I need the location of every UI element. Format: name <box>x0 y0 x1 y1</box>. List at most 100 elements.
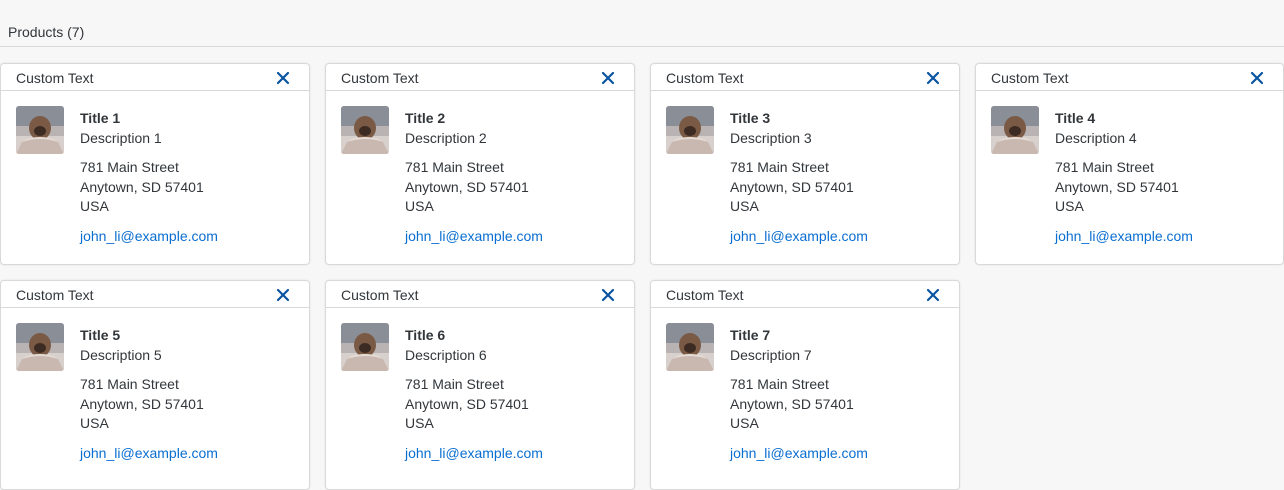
card-info: Title 1 Description 1 781 Main Street Anyto… <box>80 108 218 246</box>
email-link[interactable]: john_li@example.com <box>1055 226 1193 246</box>
card-body: Title 2 Description 2 781 Main Street Anyto… <box>326 91 634 264</box>
card-header-text: Custom Text <box>341 287 419 303</box>
card-header: Custom Text <box>651 281 959 308</box>
address-street: 781 Main Street <box>80 159 179 175</box>
address-city: Anytown, SD 57401 <box>730 178 854 195</box>
card-title: Title 5 <box>80 327 121 343</box>
card-info: Title 5 Description 5 781 Main Street Anyto… <box>80 325 218 463</box>
card-header: Custom Text <box>326 281 634 308</box>
card-info: Title 4 Description 4 781 Main Street Anyto… <box>1055 108 1193 246</box>
address-country: USA <box>80 415 109 431</box>
card-address: 781 Main Street Anytown, SD 57401 USA <box>80 375 218 434</box>
address-city: Anytown, SD 57401 <box>730 395 854 412</box>
close-icon[interactable] <box>600 70 616 86</box>
product-thumbnail <box>991 106 1039 154</box>
card-header-text: Custom Text <box>666 70 744 86</box>
address-country: USA <box>80 198 109 214</box>
card-header-text: Custom Text <box>991 70 1069 86</box>
card-title: Title 1 <box>80 110 121 126</box>
email-link[interactable]: john_li@example.com <box>405 226 543 246</box>
products-count-title: Products (7) <box>8 24 85 40</box>
address-street: 781 Main Street <box>730 376 829 392</box>
card-header: Custom Text <box>976 64 1283 91</box>
card-address: 781 Main Street Anytown, SD 57401 USA <box>405 375 543 434</box>
card-info: Title 3 Description 3 781 Main Street Anyto… <box>730 108 868 246</box>
products-toolbar: Products (7) <box>0 0 1284 47</box>
card-address: 781 Main Street Anytown, SD 57401 USA <box>80 158 218 217</box>
card-info: Title 2 Description 2 781 Main Street Anyto… <box>405 108 543 246</box>
product-card: Custom Text Title 5 Description 5 781 Main … <box>0 280 310 490</box>
card-info: Title 7 Description 7 781 Main Street Anyto… <box>730 325 868 463</box>
address-street: 781 Main Street <box>730 159 829 175</box>
card-description: Description 3 <box>730 130 812 146</box>
close-icon[interactable] <box>275 70 291 86</box>
card-header: Custom Text <box>326 64 634 91</box>
card-header-text: Custom Text <box>16 287 94 303</box>
product-thumbnail <box>666 323 714 371</box>
card-title: Title 3 <box>730 110 771 126</box>
card-body: Title 1 Description 1 781 Main Street Anyto… <box>1 91 309 264</box>
card-description: Description 5 <box>80 347 162 363</box>
email-link[interactable]: john_li@example.com <box>730 226 868 246</box>
card-description: Description 1 <box>80 130 162 146</box>
product-card: Custom Text Title 7 Description 7 781 Main … <box>650 280 960 490</box>
address-city: Anytown, SD 57401 <box>80 178 204 195</box>
address-city: Anytown, SD 57401 <box>405 395 529 412</box>
address-country: USA <box>730 198 759 214</box>
product-card: Custom Text Title 6 Description 6 781 Main … <box>325 280 635 490</box>
address-country: USA <box>1055 198 1084 214</box>
card-description: Description 6 <box>405 347 487 363</box>
card-description: Description 7 <box>730 347 812 363</box>
address-street: 781 Main Street <box>1055 159 1154 175</box>
close-icon[interactable] <box>275 287 291 303</box>
product-card: Custom Text Title 2 Description 2 781 Main … <box>325 63 635 265</box>
card-body: Title 5 Description 5 781 Main Street Anyto… <box>1 308 309 482</box>
card-info: Title 6 Description 6 781 Main Street Anyto… <box>405 325 543 463</box>
email-link[interactable]: john_li@example.com <box>80 226 218 246</box>
card-body: Title 3 Description 3 781 Main Street Anyto… <box>651 91 959 264</box>
card-description: Description 2 <box>405 130 487 146</box>
card-title: Title 4 <box>1055 110 1096 126</box>
card-header: Custom Text <box>1 281 309 308</box>
card-header-text: Custom Text <box>16 70 94 86</box>
card-address: 781 Main Street Anytown, SD 57401 USA <box>730 158 868 217</box>
card-title: Title 6 <box>405 327 446 343</box>
product-card: Custom Text Title 4 Description 4 781 Main … <box>975 63 1284 265</box>
close-icon[interactable] <box>600 287 616 303</box>
address-country: USA <box>405 415 434 431</box>
product-thumbnail <box>341 106 389 154</box>
card-description: Description 4 <box>1055 130 1137 146</box>
close-icon[interactable] <box>1249 70 1265 86</box>
card-title: Title 7 <box>730 327 771 343</box>
card-body: Title 6 Description 6 781 Main Street Anyto… <box>326 308 634 482</box>
address-city: Anytown, SD 57401 <box>1055 178 1179 195</box>
address-street: 781 Main Street <box>405 159 504 175</box>
close-icon[interactable] <box>925 287 941 303</box>
product-card: Custom Text Title 1 Description 1 781 Main … <box>0 63 310 265</box>
email-link[interactable]: john_li@example.com <box>730 443 868 463</box>
product-thumbnail <box>16 323 64 371</box>
card-address: 781 Main Street Anytown, SD 57401 USA <box>1055 158 1193 217</box>
address-street: 781 Main Street <box>80 376 179 392</box>
address-country: USA <box>730 415 759 431</box>
card-title: Title 2 <box>405 110 446 126</box>
card-header-text: Custom Text <box>341 70 419 86</box>
address-city: Anytown, SD 57401 <box>405 178 529 195</box>
product-thumbnail <box>666 106 714 154</box>
email-link[interactable]: john_li@example.com <box>80 443 218 463</box>
email-link[interactable]: john_li@example.com <box>405 443 543 463</box>
address-country: USA <box>405 198 434 214</box>
card-address: 781 Main Street Anytown, SD 57401 USA <box>730 375 868 434</box>
card-header: Custom Text <box>1 64 309 91</box>
product-thumbnail <box>16 106 64 154</box>
product-card: Custom Text Title 3 Description 3 781 Main … <box>650 63 960 265</box>
card-header: Custom Text <box>651 64 959 91</box>
address-city: Anytown, SD 57401 <box>80 395 204 412</box>
card-address: 781 Main Street Anytown, SD 57401 USA <box>405 158 543 217</box>
card-header-text: Custom Text <box>666 287 744 303</box>
close-icon[interactable] <box>925 70 941 86</box>
card-body: Title 7 Description 7 781 Main Street Anyto… <box>651 308 959 482</box>
address-street: 781 Main Street <box>405 376 504 392</box>
product-thumbnail <box>341 323 389 371</box>
card-body: Title 4 Description 4 781 Main Street Anyto… <box>976 91 1283 264</box>
